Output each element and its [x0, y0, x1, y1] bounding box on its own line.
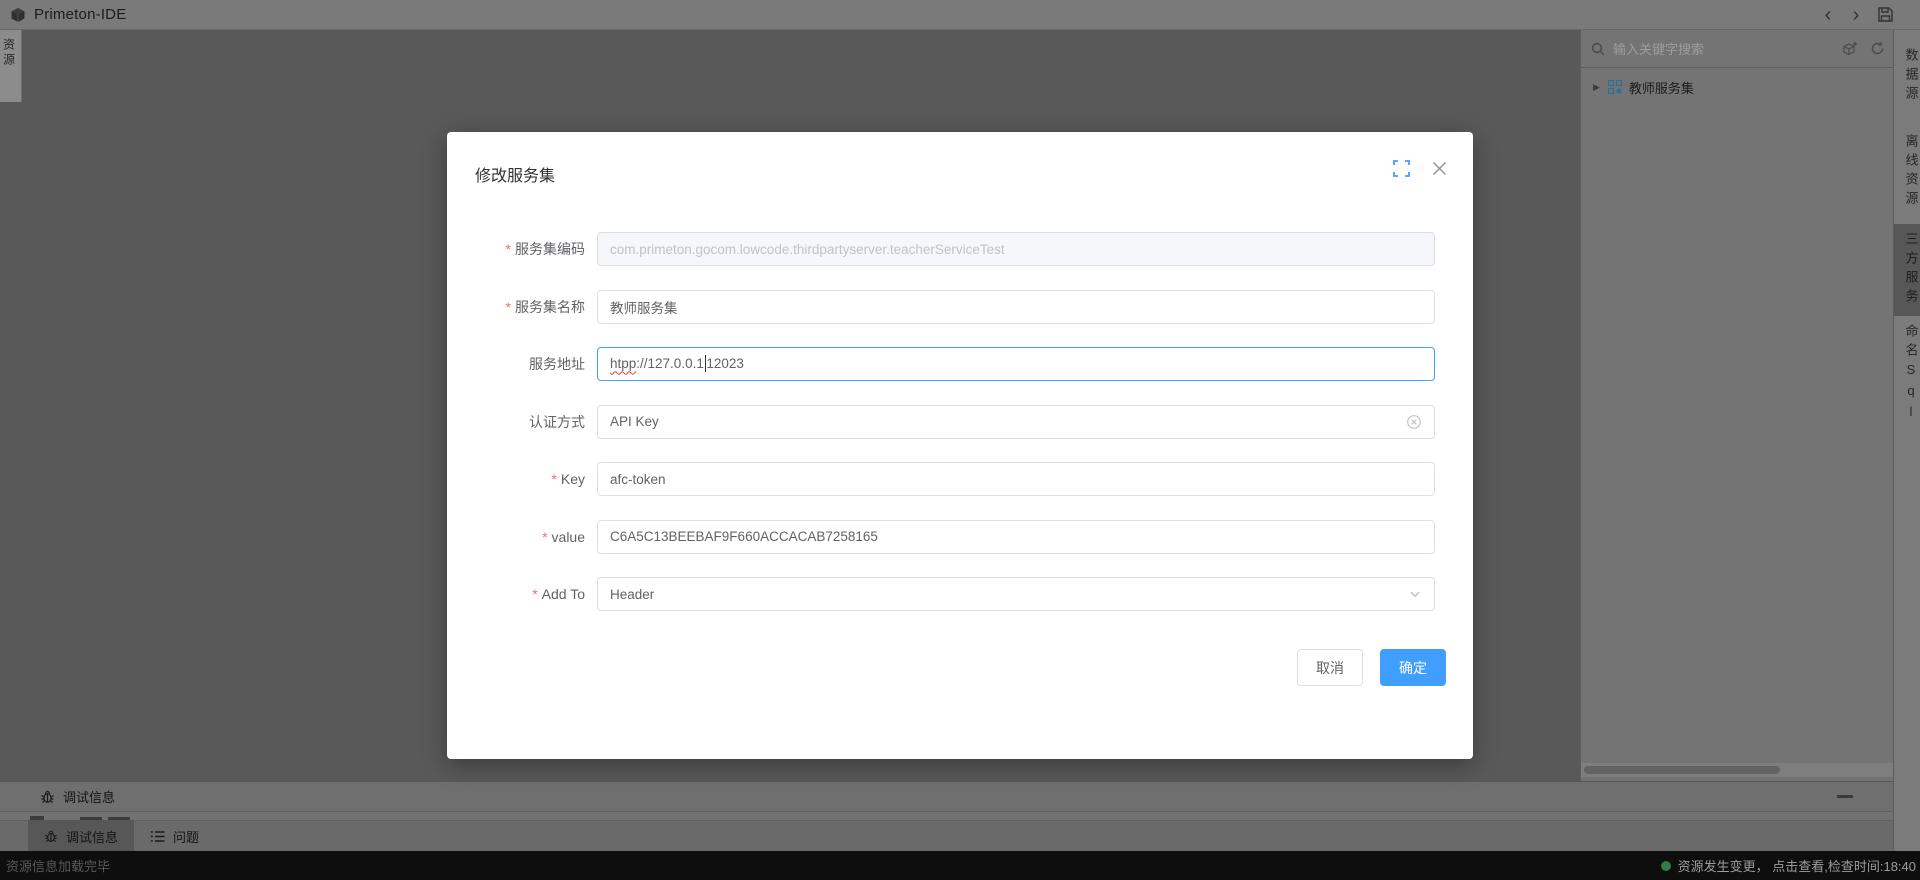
form-row-service-set-code: *服务集编码 com.primeton.gocom.lowcode.thirdp…: [447, 232, 1435, 266]
app-window: Primeton-IDE ‹ › 资源 输入关键字搜索 ▶: [0, 0, 1920, 880]
chevron-down-icon[interactable]: [1408, 587, 1422, 601]
refresh-icon[interactable]: [1870, 41, 1885, 56]
field-label: 服务地址: [447, 354, 597, 374]
form-row-value: *value C6A5C13BEEBAF9F660ACCACAB7258165: [447, 520, 1435, 554]
add-service-cube-icon[interactable]: [1842, 41, 1858, 57]
misspelled-segment: htpp: [610, 356, 636, 371]
debug-header-label: 调试信息: [63, 787, 115, 806]
resource-tree-panel: 输入关键字搜索 ▶ 教师服务集: [1580, 30, 1893, 781]
form-row-service-set-name: *服务集名称 教师服务集: [447, 290, 1435, 324]
close-icon[interactable]: [1432, 161, 1447, 176]
form-row-add-to: *Add To Header: [447, 577, 1435, 611]
debug-info-header: 调试信息: [0, 782, 1893, 812]
field-label: *Key: [447, 471, 597, 487]
add-to-select[interactable]: Header: [597, 577, 1435, 611]
app-title: Primeton-IDE: [34, 6, 126, 23]
nav-back-icon[interactable]: ‹: [1821, 5, 1835, 25]
field-label: *服务集编码: [447, 239, 597, 259]
nav-forward-icon[interactable]: ›: [1849, 5, 1863, 25]
status-dot-icon: [1661, 861, 1671, 871]
service-set-name-input[interactable]: 教师服务集: [597, 290, 1435, 324]
tree-item-teacher-service-set[interactable]: ▶ 教师服务集: [1581, 72, 1893, 102]
tab-problems[interactable]: 问题: [134, 820, 215, 852]
form-row-service-address: 服务地址 htpp://127.0.0.112023: [447, 347, 1435, 381]
search-input[interactable]: 输入关键字搜索: [1613, 39, 1842, 58]
tab-named-sql[interactable]: 命名Sql: [1894, 316, 1920, 433]
bug-icon: [44, 829, 58, 843]
ok-button[interactable]: 确定: [1380, 649, 1446, 686]
form-row-auth-method: 认证方式 API Key: [447, 405, 1435, 439]
tab-third-party-services[interactable]: 三方服务: [1894, 224, 1920, 316]
scrollbar-thumb[interactable]: [1584, 766, 1780, 774]
form-row-key: *Key afc-token: [447, 462, 1435, 496]
tab-label: 问题: [173, 827, 199, 846]
dialog-form: *服务集编码 com.primeton.gocom.lowcode.thirdp…: [447, 232, 1473, 635]
save-icon[interactable]: [1877, 6, 1894, 23]
clipped-content-row: [0, 812, 1893, 820]
list-icon: [150, 830, 165, 843]
left-sidebar-tab-label: 资源: [4, 38, 18, 68]
value-input[interactable]: C6A5C13BEEBAF9F660ACCACAB7258165: [597, 520, 1435, 554]
field-label: *服务集名称: [447, 297, 597, 317]
app-logo-cube-icon: [10, 7, 26, 23]
tab-data-source[interactable]: 数据源: [1894, 40, 1920, 113]
search-bar: 输入关键字搜索: [1581, 30, 1893, 68]
tab-offline-resources[interactable]: 离线资源: [1894, 126, 1920, 218]
field-label: 认证方式: [447, 412, 597, 432]
field-label: *Add To: [447, 586, 597, 602]
tree-expand-arrow-icon[interactable]: ▶: [1593, 82, 1600, 93]
tab-label: 调试信息: [66, 827, 118, 846]
key-input[interactable]: afc-token: [597, 462, 1435, 496]
minimize-panel-icon[interactable]: [1837, 795, 1853, 798]
status-resource-change-notice[interactable]: 资源发生变更， 点击查看,检查时间:18:40: [1661, 856, 1916, 875]
right-tabstrip: 数据源 离线资源 三方服务 命名Sql: [1893, 30, 1920, 852]
service-set-code-input[interactable]: com.primeton.gocom.lowcode.thirdpartyser…: [597, 232, 1435, 266]
status-message: 资源信息加载完毕: [6, 856, 110, 875]
tab-debug-info[interactable]: 调试信息: [28, 820, 134, 852]
auth-method-select[interactable]: API Key: [597, 405, 1435, 439]
bug-icon: [40, 789, 55, 804]
titlebar: Primeton-IDE ‹ ›: [0, 0, 1920, 30]
bottom-panel: 调试信息 调试信息 问题: [0, 781, 1893, 852]
service-set-icon: [1607, 79, 1623, 95]
field-label: *value: [447, 529, 597, 545]
status-right-label: 资源发生变更， 点击查看,检查时间:18:40: [1678, 856, 1916, 875]
horizontal-scrollbar: [1581, 763, 1893, 777]
edit-service-set-dialog: 修改服务集 *服务集编码 com.primeton.gocom.lowcode.…: [447, 132, 1473, 759]
service-address-input[interactable]: htpp://127.0.0.112023: [597, 347, 1435, 381]
clear-icon[interactable]: [1406, 414, 1422, 430]
statusbar: 资源信息加载完毕 资源发生变更， 点击查看,检查时间:18:40: [0, 851, 1920, 880]
bottom-tab-bar: 调试信息 问题: [0, 820, 1893, 852]
tree-item-label: 教师服务集: [1629, 78, 1694, 97]
left-sidebar-tab-resources[interactable]: 资源: [0, 30, 22, 102]
search-icon: [1591, 42, 1605, 56]
dialog-title: 修改服务集: [475, 162, 555, 186]
cancel-button[interactable]: 取消: [1297, 649, 1363, 686]
fullscreen-icon[interactable]: [1393, 160, 1410, 177]
